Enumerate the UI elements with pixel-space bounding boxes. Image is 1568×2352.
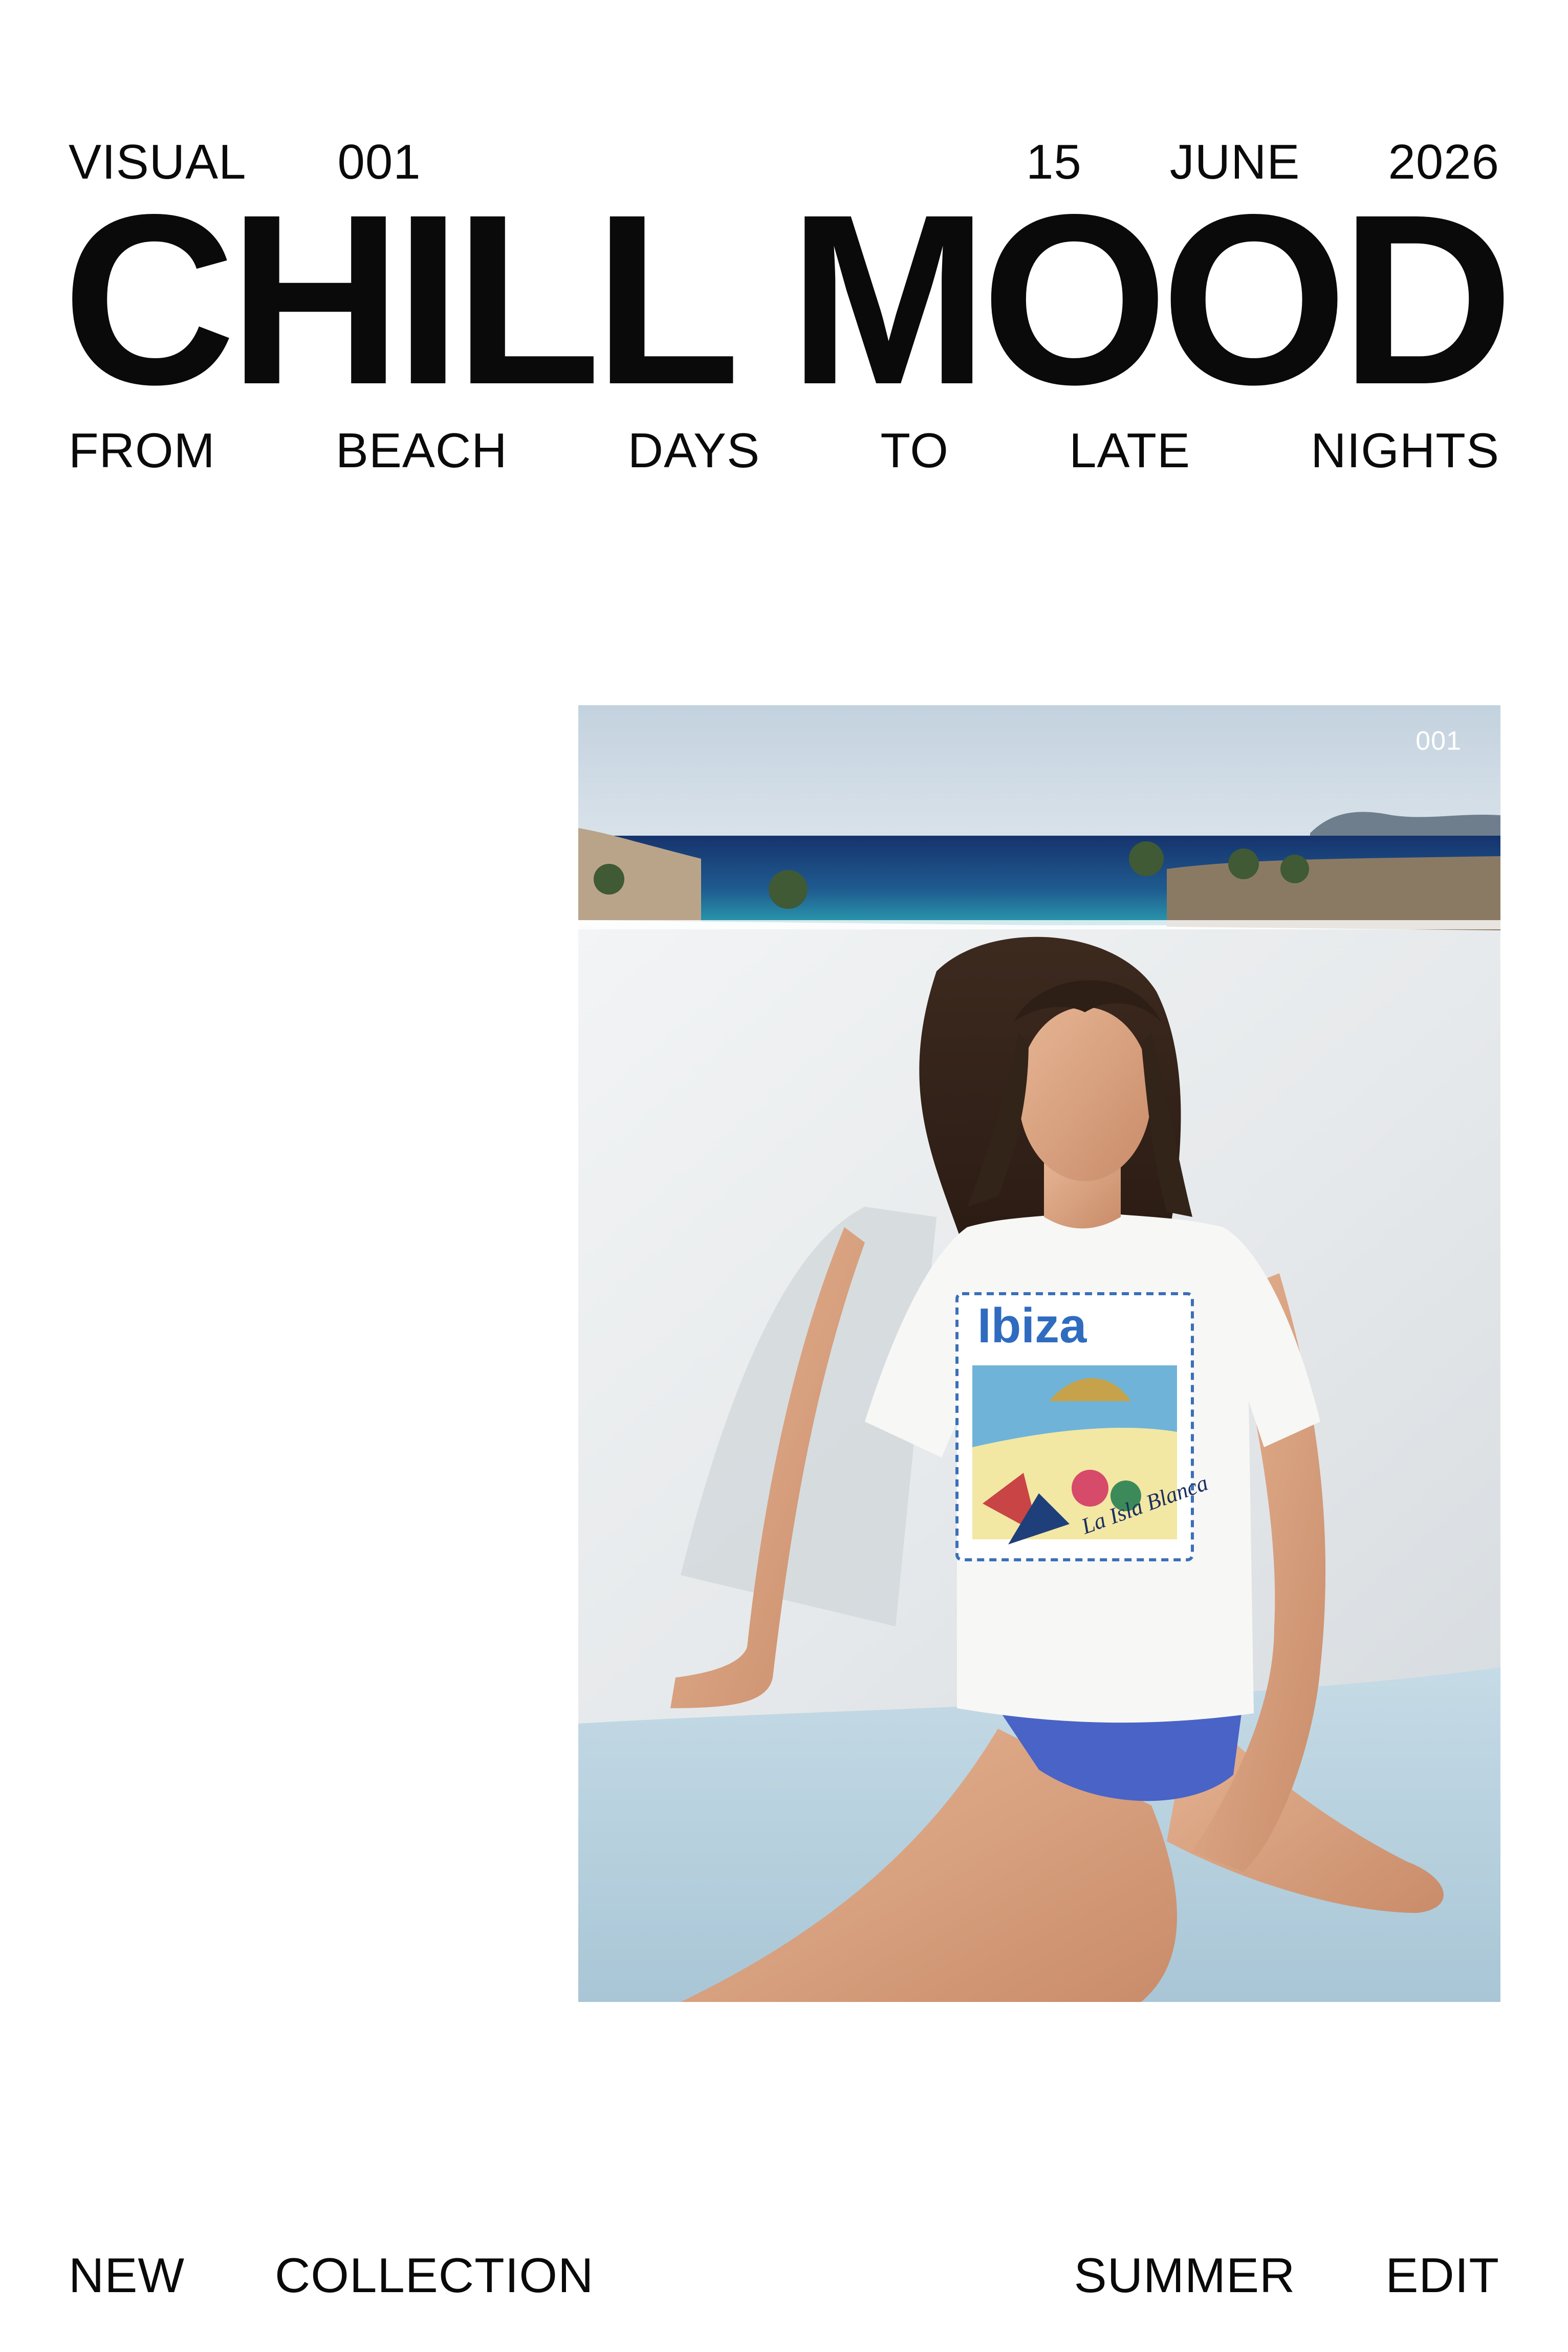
hero-photo: Ibiza La Isla Blanca 001 [578,705,1500,2002]
print-title: Ibiza [977,1298,1087,1353]
edit-label: EDIT [1385,2248,1499,2303]
tshirt-print: Ibiza La Isla Blanca [955,1292,1211,1561]
headline: CHILL MOOD [62,164,1514,435]
footer-left: NEW COLLECTION [69,2248,594,2304]
tagline-word: DAYS [627,423,760,478]
summer-label: SUMMER [1074,2248,1296,2303]
photo-number: 001 [1415,726,1462,756]
tagline-word: NIGHTS [1311,423,1499,478]
tagline-word: BEACH [335,423,508,478]
footer: NEW COLLECTION SUMMER EDIT [69,2248,1499,2304]
footer-right: SUMMER EDIT [1074,2248,1499,2304]
tagline-word: LATE [1069,423,1191,478]
tagline: FROM BEACH DAYS TO LATE NIGHTS [69,423,1499,479]
collection-label: COLLECTION [274,2248,594,2303]
poster: VISUAL 001 15 JUNE 2026 CHILL MOOD FROM BEA… [0,0,1568,2352]
tagline-word: TO [880,423,949,478]
tagline-word: FROM [69,423,215,478]
photo-illustration: Ibiza La Isla Blanca [578,705,1500,2002]
new-label: NEW [69,2248,185,2303]
